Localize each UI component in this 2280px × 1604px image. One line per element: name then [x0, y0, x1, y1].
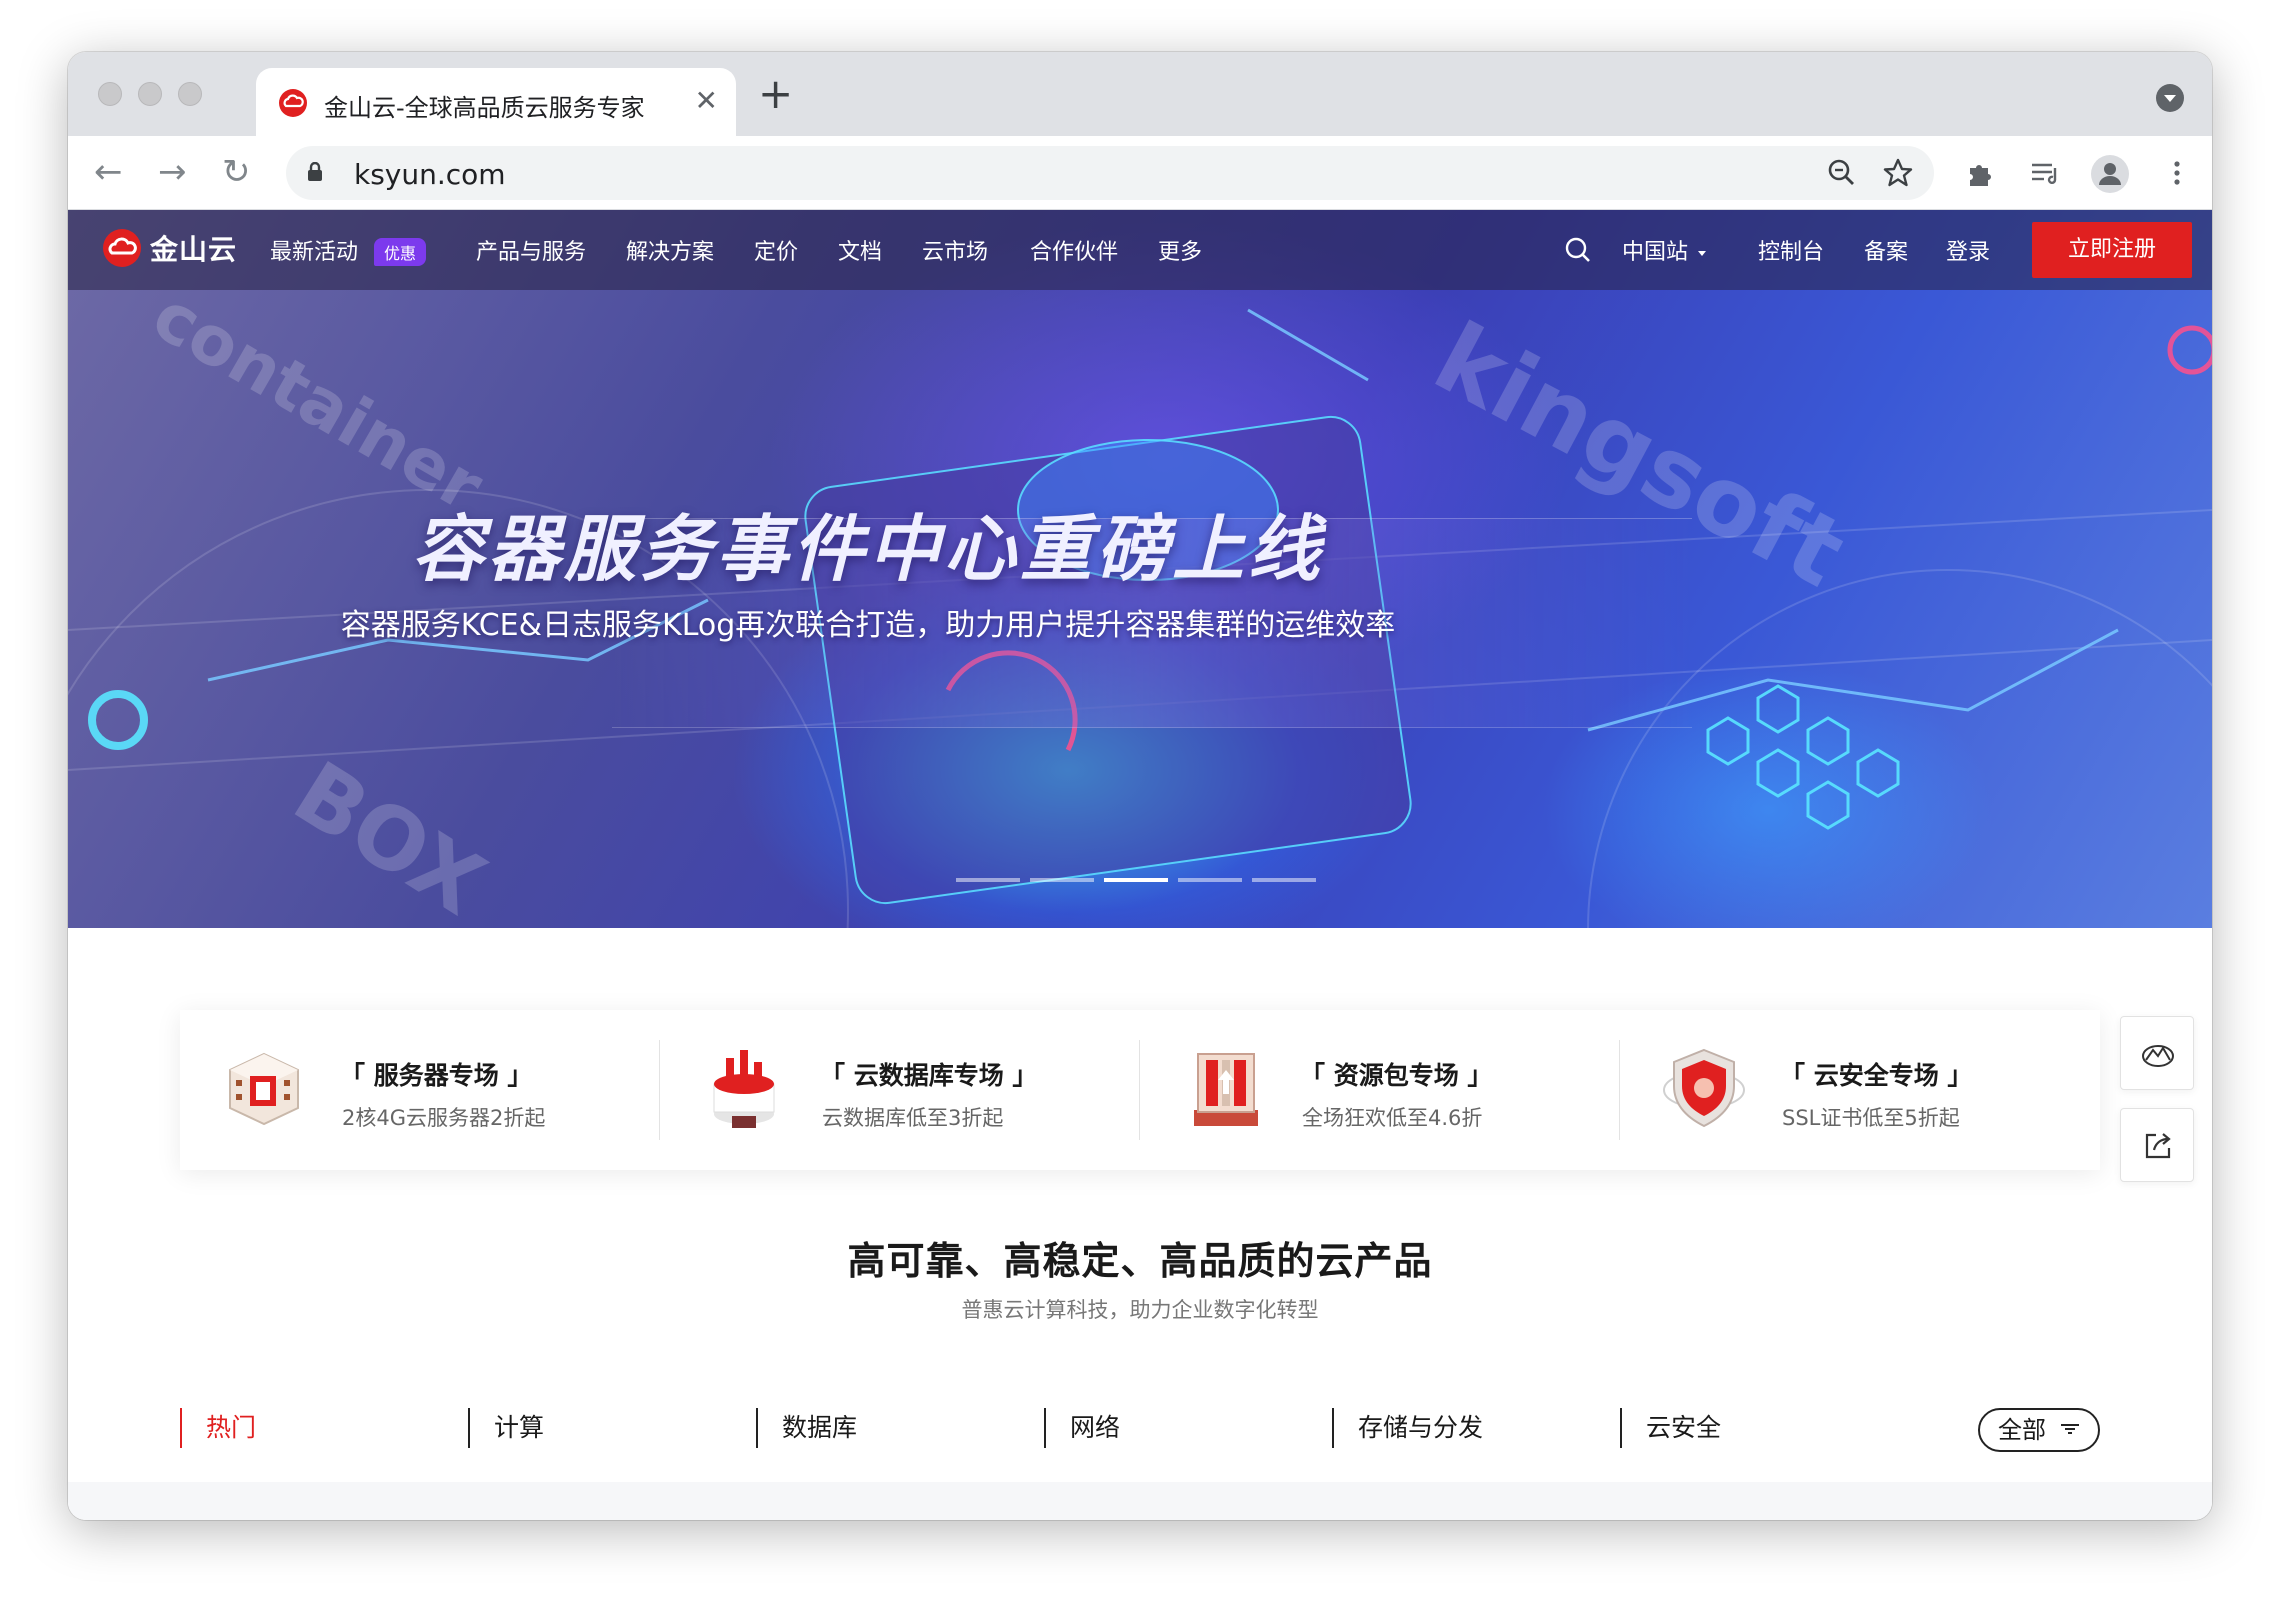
- mountain-icon: [2142, 1045, 2174, 1067]
- search-icon[interactable]: [1562, 234, 1594, 266]
- all-products-button[interactable]: 全部: [1978, 1408, 2100, 1452]
- promo-title: 「 云安全专场 」: [1780, 1061, 1973, 1090]
- nav-latest-activities[interactable]: 最新活动: [270, 234, 358, 266]
- console-link[interactable]: 控制台: [1758, 234, 1824, 266]
- promo-badge: 优惠: [374, 238, 427, 266]
- profile-avatar-icon[interactable]: [2090, 154, 2130, 194]
- promo-desc: 2核4G云服务器2折起: [342, 1106, 546, 1130]
- promo-card-resource-pack[interactable]: 「 资源包专场 」 全场狂欢低至4.6折: [1140, 1010, 1620, 1170]
- extensions-puzzle-icon[interactable]: [1964, 156, 1998, 190]
- tab-search-icon[interactable]: [2156, 84, 2184, 112]
- promo-title: 「 资源包专场 」: [1300, 1061, 1493, 1090]
- external-link-icon: [2145, 1133, 2171, 1159]
- ksyun-favicon-icon: [279, 89, 307, 117]
- close-window-button[interactable]: [98, 82, 122, 106]
- promo-card-security[interactable]: 「 云安全专场 」 SSL证书低至5折起: [1620, 1010, 2100, 1170]
- tab-cloud-security[interactable]: 云安全: [1620, 1408, 1721, 1448]
- resource-pack-icon: [1194, 1053, 1258, 1126]
- carousel-dot[interactable]: [956, 878, 1020, 882]
- carousel-dot[interactable]: [1252, 878, 1316, 882]
- nav-marketplace[interactable]: 云市场: [922, 234, 988, 266]
- browser-window: 金山云-全球高品质云服务专家 ✕ + ← → ↻ ksyun.com kings…: [68, 52, 2212, 1520]
- tab-storage-distribution[interactable]: 存储与分发: [1332, 1408, 1483, 1448]
- carousel-dot[interactable]: [1030, 878, 1094, 882]
- ksyun-logo[interactable]: 金山云: [102, 228, 237, 268]
- nav-more[interactable]: 更多: [1158, 234, 1202, 266]
- filing-link[interactable]: 备案: [1864, 234, 1908, 266]
- share-float-button[interactable]: [2120, 1108, 2194, 1182]
- tab-compute[interactable]: 计算: [468, 1408, 544, 1448]
- hero-subtitle: 容器服务KCE&日志服务KLog再次联合打造，助力用户提升容器集群的运维效率: [340, 608, 1396, 643]
- promo-panel: 「 服务器专场 」 2核4G云服务器2折起 「 云数据库专场 」 云数据库低至3…: [180, 1010, 2100, 1170]
- shield-icon: [1663, 1048, 1745, 1128]
- carousel-dot[interactable]: [1178, 878, 1242, 882]
- new-tab-button[interactable]: +: [758, 70, 793, 118]
- nav-products-services[interactable]: 产品与服务: [476, 234, 586, 266]
- mountain-float-button[interactable]: [2120, 1016, 2194, 1090]
- nav-docs[interactable]: 文档: [838, 234, 882, 266]
- region-label: 中国站: [1622, 240, 1689, 265]
- carousel-dot-active[interactable]: [1104, 878, 1168, 882]
- tab-title: 金山云-全球高品质云服务专家: [324, 94, 645, 122]
- nav-solutions[interactable]: 解决方案: [626, 234, 714, 266]
- hero-title: 容器服务事件中心重磅上线: [411, 507, 1324, 591]
- bookmark-star-icon[interactable]: [1882, 157, 1914, 189]
- promo-title: 「 服务器专场 」: [340, 1061, 533, 1090]
- site-header: 金山云 最新活动 优惠 产品与服务 解决方案 定价 文档 云市场 合作伙伴 更多…: [68, 210, 2212, 290]
- content-divider: [68, 1482, 2212, 1520]
- url-text: ksyun.com: [354, 158, 506, 191]
- promo-card-database[interactable]: 「 云数据库专场 」 云数据库低至3折起: [660, 1010, 1140, 1170]
- all-products-label: 全部: [1998, 1416, 2046, 1444]
- tab-hot[interactable]: 热门: [180, 1408, 256, 1448]
- products-subtitle: 普惠云计算科技，助力企业数字化转型: [961, 1298, 1319, 1322]
- register-button[interactable]: 立即注册: [2032, 222, 2192, 278]
- tab-database[interactable]: 数据库: [756, 1408, 857, 1448]
- brand-name: 金山云: [150, 233, 238, 266]
- hero-banner[interactable]: kingsoft container BOX 金山云 最新活动 优惠 产品与服务: [68, 210, 2212, 928]
- zoom-icon[interactable]: [1826, 157, 1858, 189]
- ksyun-logo-icon: [103, 229, 141, 267]
- forward-arrow-icon[interactable]: →: [158, 150, 187, 194]
- svg-text:BOX: BOX: [277, 743, 501, 928]
- promo-card-server[interactable]: 「 服务器专场 」 2核4G云服务器2折起: [180, 1010, 660, 1170]
- zoom-window-button[interactable]: [178, 82, 202, 106]
- website-content: kingsoft container BOX 金山云 最新活动 优惠 产品与服务: [68, 210, 2212, 1520]
- promo-desc: 云数据库低至3折起: [822, 1106, 1004, 1130]
- server-icon: [229, 1052, 299, 1126]
- login-link[interactable]: 登录: [1946, 234, 1990, 266]
- nav-pricing[interactable]: 定价: [754, 234, 798, 266]
- promo-desc: 全场狂欢低至4.6折: [1302, 1106, 1483, 1130]
- back-arrow-icon[interactable]: ←: [94, 150, 123, 194]
- address-bar[interactable]: ksyun.com: [286, 146, 1934, 200]
- tab-close-icon[interactable]: ✕: [695, 86, 718, 116]
- browser-tab[interactable]: 金山云-全球高品质云服务专家 ✕: [256, 68, 736, 136]
- reload-icon[interactable]: ↻: [222, 150, 251, 194]
- lock-icon: [308, 162, 322, 181]
- region-selector[interactable]: 中国站: [1622, 234, 1707, 266]
- database-icon: [713, 1050, 775, 1128]
- nav-partners[interactable]: 合作伙伴: [1030, 234, 1118, 266]
- products-title: 高可靠、高稳定、高品质的云产品: [847, 1239, 1433, 1283]
- carousel-indicators: [956, 878, 1316, 882]
- promo-title: 「 云数据库专场 」: [820, 1061, 1038, 1090]
- promo-desc: SSL证书低至5折起: [1782, 1106, 1960, 1130]
- reading-list-icon[interactable]: [2028, 156, 2062, 190]
- browser-toolbar: ← → ↻ ksyun.com: [68, 136, 2212, 210]
- tab-network[interactable]: 网络: [1044, 1408, 1120, 1448]
- minimize-window-button[interactable]: [138, 82, 162, 106]
- chevron-down-icon: [1698, 250, 1707, 256]
- filter-icon: [2061, 1424, 2079, 1434]
- tab-strip: 金山云-全球高品质云服务专家 ✕ +: [68, 52, 2212, 136]
- more-menu-icon[interactable]: [2160, 156, 2194, 190]
